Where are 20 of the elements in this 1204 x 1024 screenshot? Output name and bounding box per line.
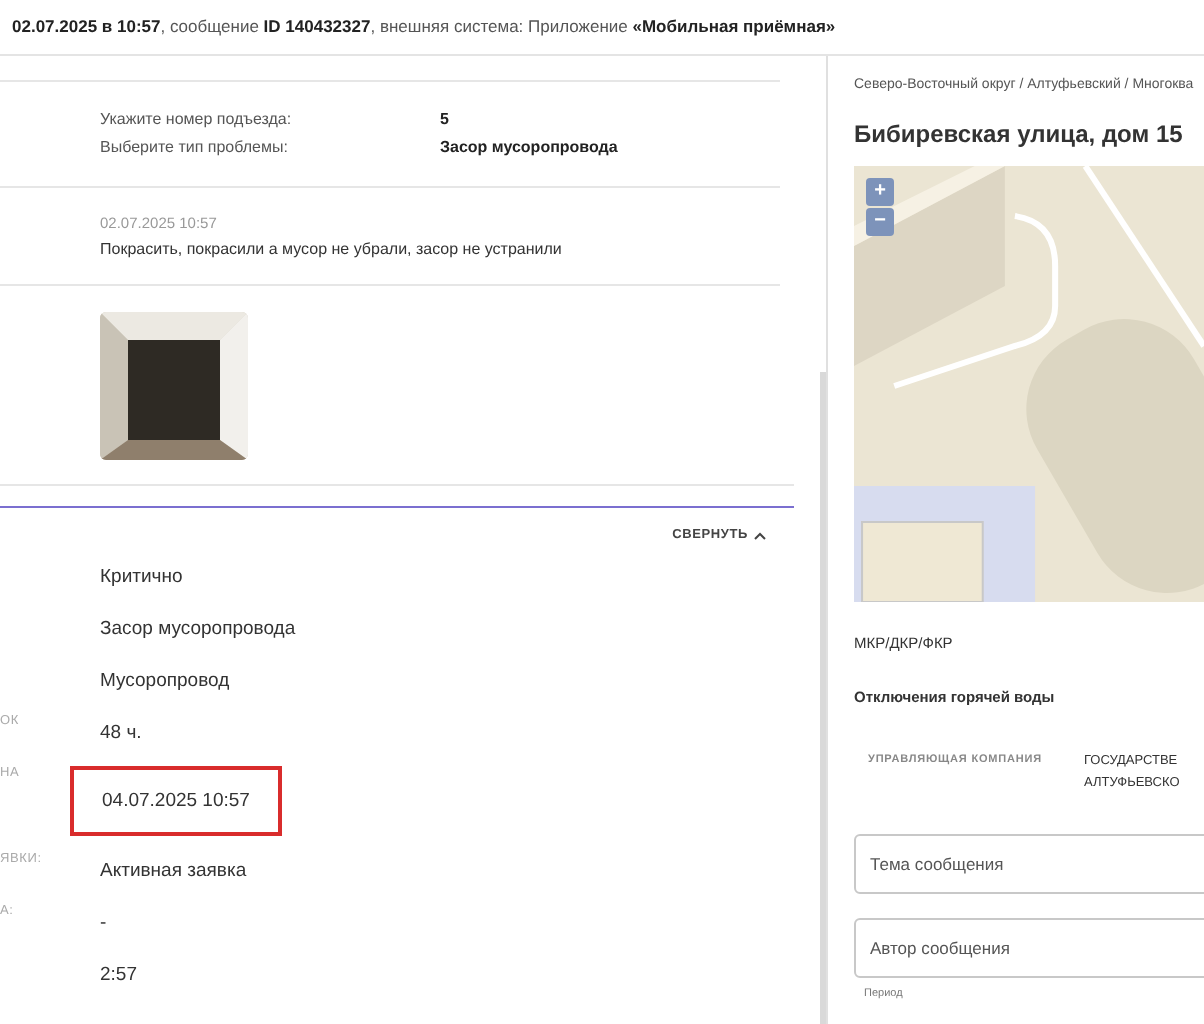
chevron-icon [754,531,766,539]
field-value: Засор мусоропровода [98,617,298,639]
field-value: Критично [98,565,185,587]
text-field[interactable]: Автор сообщения [854,918,1204,978]
field-value: Мусоропровод [98,669,232,691]
question-label: Укажите номер подъезда: [100,110,294,128]
answer-value: 5 [440,110,451,128]
answer-value: Засор мусоропровода [440,138,620,156]
address-title: Бибиревская улица, дом 15 [854,120,1185,148]
text-field[interactable]: Тема сообщения [854,834,1204,894]
scrollbar[interactable] [820,372,826,1024]
field-value: 04.07.2025 10:57 [70,766,282,836]
photo-placeholder[interactable] [100,312,248,460]
question-label: Выберите тип проблемы: [100,138,290,156]
field-value: 2:57 [98,963,139,985]
field-value: Активная заявка [98,859,249,881]
field-value: - [98,911,109,933]
field-value: 48 ч. [98,721,144,743]
message-header: 02.07.2025 в 10:57, сообщение ID 140432327, внешняя система: Приложение «Мобильная приёмная» [0,0,1204,56]
comment-text: Покрасить, покрасили а мусор не убрали, засор не устранили [100,240,564,258]
